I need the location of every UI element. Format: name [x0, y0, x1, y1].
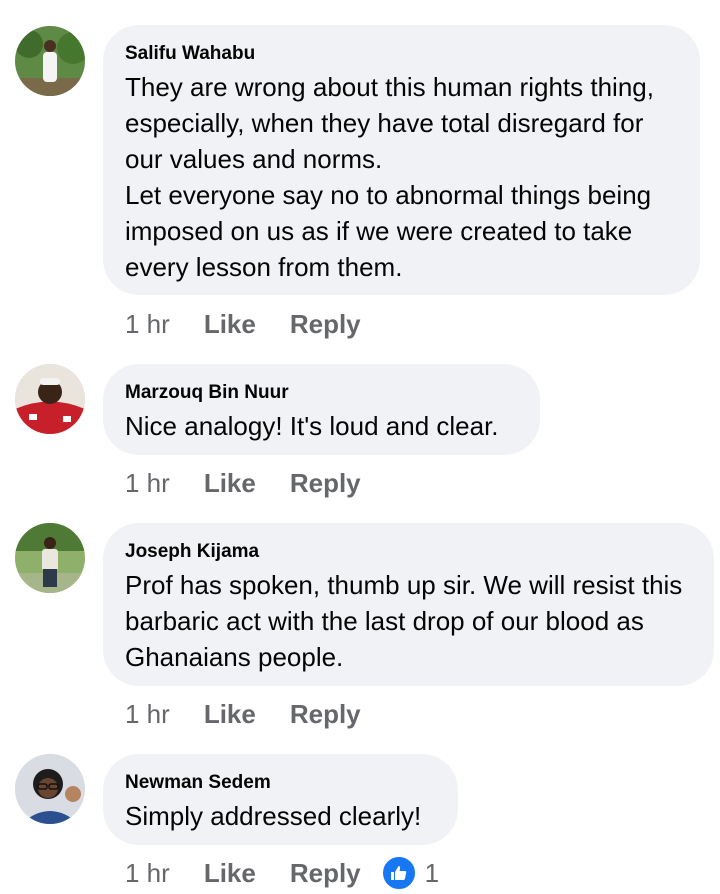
reaction-count: 1 [424, 857, 440, 888]
reply-button[interactable]: Reply [290, 699, 361, 730]
comment-text: Simply addressed clearly! [125, 801, 422, 831]
like-button[interactable]: Like [204, 468, 256, 499]
comment-text: Prof has spoken, thumb up sir. We will r… [125, 570, 683, 672]
comment-timestamp[interactable]: 1 hr [125, 699, 170, 730]
comment-author[interactable]: Newman Sedem [125, 771, 436, 795]
like-button[interactable]: Like [204, 858, 256, 889]
comment-timestamp[interactable]: 1 hr [125, 858, 170, 889]
avatar[interactable] [15, 26, 85, 96]
comment-bubble: Salifu Wahabu They are wrong about this … [103, 25, 700, 295]
reaction-summary[interactable]: 1 [380, 855, 440, 891]
comment-author[interactable]: Joseph Kijama [125, 540, 692, 564]
reply-button[interactable]: Reply [290, 858, 361, 889]
comment-timestamp[interactable]: 1 hr [125, 468, 170, 499]
avatar-photo-icon [15, 754, 85, 824]
comment-text: Nice analogy! It's loud and clear. [125, 411, 499, 441]
comment-timestamp[interactable]: 1 hr [125, 309, 170, 340]
reply-button[interactable]: Reply [290, 309, 361, 340]
comment-bubble: Joseph Kijama Prof has spoken, thumb up … [103, 523, 714, 686]
comment-bubble: Marzouq Bin Nuur Nice analogy! It's loud… [103, 364, 540, 455]
comment-actions: 1 hr Like Reply [125, 466, 361, 500]
like-button[interactable]: Like [204, 699, 256, 730]
reply-button[interactable]: Reply [290, 468, 361, 499]
comment-actions: 1 hr Like Reply [125, 307, 361, 341]
like-button[interactable]: Like [204, 309, 256, 340]
comment-author[interactable]: Marzouq Bin Nuur [125, 381, 518, 405]
avatar-photo-icon [15, 523, 85, 593]
comment-actions: 1 hr Like Reply [125, 697, 361, 731]
avatar[interactable] [15, 364, 85, 434]
thumbs-up-icon [380, 855, 417, 891]
avatar[interactable] [15, 523, 85, 593]
avatar-photo-icon [15, 26, 85, 96]
avatar[interactable] [15, 754, 85, 824]
comment-bubble: Newman Sedem Simply addressed clearly! [103, 754, 458, 845]
comment-actions: 1 hr Like Reply 1 [125, 855, 440, 891]
comment-author[interactable]: Salifu Wahabu [125, 42, 678, 66]
comment-text: They are wrong about this human rights t… [125, 72, 654, 282]
avatar-photo-icon [15, 364, 85, 434]
